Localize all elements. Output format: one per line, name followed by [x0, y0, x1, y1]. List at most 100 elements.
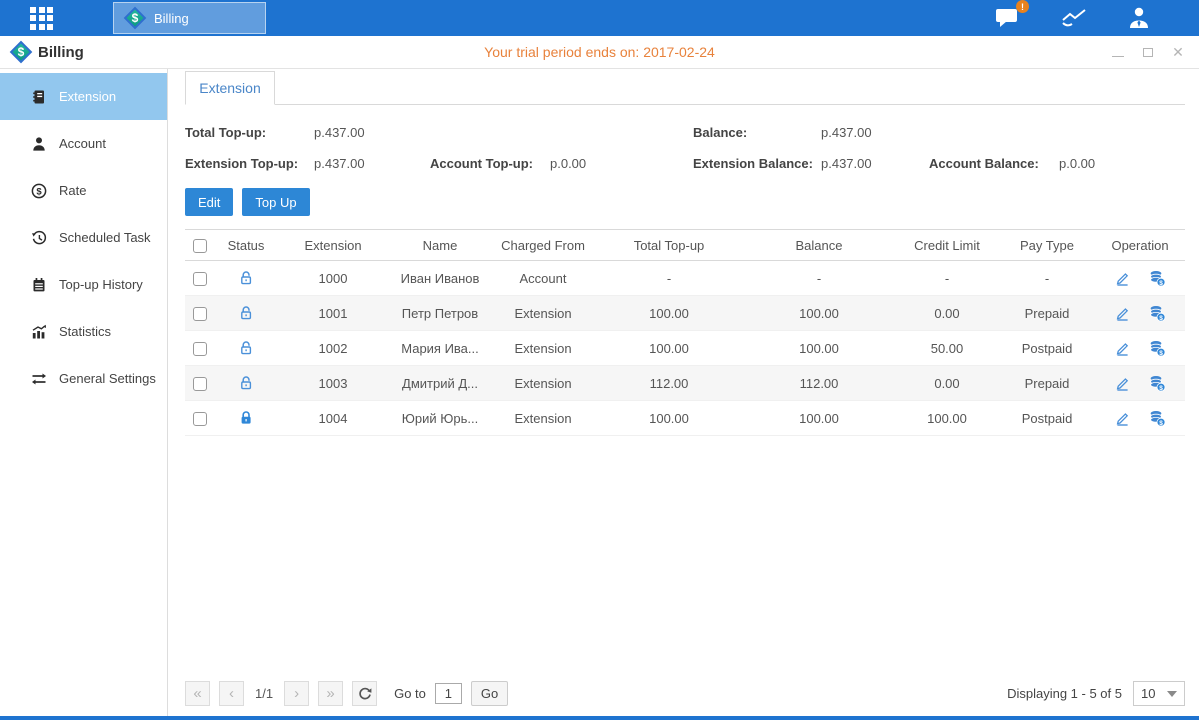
edit-icon[interactable] [1114, 305, 1131, 322]
line-chart-icon[interactable] [1061, 7, 1087, 29]
edit-icon[interactable] [1114, 410, 1131, 427]
cell-total-topup: 112.00 [595, 366, 743, 401]
topup-coins-icon[interactable]: $ [1148, 270, 1166, 287]
sidebar-item-label: Rate [59, 183, 86, 198]
sidebar-item-label: Extension [59, 89, 116, 104]
total-topup-label: Total Top-up: [185, 125, 314, 140]
table-body: 1000Иван ИвановAccount----$1001Петр Петр… [185, 261, 1185, 436]
user-icon[interactable] [1127, 6, 1151, 30]
apps-grid-icon[interactable] [30, 7, 53, 30]
tab-strip: Extension [185, 71, 1185, 105]
cell-pay-type: Prepaid [999, 366, 1095, 401]
page-size-select[interactable]: 10 [1133, 681, 1185, 706]
cell-balance: 100.00 [743, 401, 895, 436]
maximize-icon[interactable] [1141, 45, 1155, 59]
total-topup-value: p.437.00 [314, 125, 365, 140]
account-balance-label: Account Balance: [929, 156, 1059, 171]
sidebar-item-top-up-history[interactable]: Top-up History [0, 261, 167, 308]
sidebar-item-label: Statistics [59, 324, 111, 339]
cell-total-topup: 100.00 [595, 401, 743, 436]
go-button[interactable]: Go [471, 681, 508, 706]
first-page-icon[interactable]: « [185, 681, 210, 706]
sidebar-item-extension[interactable]: Extension [0, 73, 167, 120]
cell-checkbox [185, 366, 215, 401]
header-operation: Operation [1095, 230, 1185, 261]
edit-icon[interactable] [1114, 270, 1131, 287]
header-credit-limit: Credit Limit [895, 230, 999, 261]
sidebar-item-general-settings[interactable]: General Settings [0, 355, 167, 402]
sidebar-item-label: Top-up History [59, 277, 143, 292]
prev-page-icon[interactable]: ‹ [219, 681, 244, 706]
cell-checkbox [185, 296, 215, 331]
cell-charged-from: Extension [491, 401, 595, 436]
topup-coins-icon[interactable]: $ [1148, 375, 1166, 392]
extension-balance-label: Extension Balance: [693, 156, 821, 171]
svg-text:$: $ [1159, 384, 1163, 391]
minimize-icon[interactable] [1111, 45, 1125, 59]
extension-topup-value: p.437.00 [314, 156, 430, 171]
row-checkbox[interactable] [193, 412, 207, 426]
row-checkbox[interactable] [193, 272, 207, 286]
cell-status [215, 331, 277, 366]
cell-extension: 1002 [277, 331, 389, 366]
taskbar-item-label: Billing [154, 11, 189, 26]
last-page-icon[interactable]: » [318, 681, 343, 706]
svg-text:$: $ [36, 186, 42, 197]
cell-operation: $ [1095, 366, 1185, 401]
unlocked-icon [238, 270, 254, 286]
balance-label: Balance: [693, 125, 821, 140]
sidebar-item-rate[interactable]: $ Rate [0, 167, 167, 214]
cell-charged-from: Extension [491, 296, 595, 331]
messages-icon[interactable]: ! [995, 6, 1021, 30]
edit-icon[interactable] [1114, 375, 1131, 392]
chevron-down-icon [1167, 691, 1177, 697]
topup-coins-icon[interactable]: $ [1148, 340, 1166, 357]
cell-balance: 100.00 [743, 296, 895, 331]
row-checkbox[interactable] [193, 377, 207, 391]
extensions-table: StatusExtensionNameCharged FromTotal Top… [185, 229, 1185, 436]
cell-credit-limit: 50.00 [895, 331, 999, 366]
svg-text:$: $ [1159, 279, 1163, 286]
window-title: Billing [38, 44, 84, 61]
topup-coins-icon[interactable]: $ [1148, 305, 1166, 322]
cell-status [215, 261, 277, 296]
desktop-topbar: $ Billing ! [0, 0, 1199, 36]
cell-name: Иван Иванов [389, 261, 491, 296]
pagination-bar: « ‹ 1/1 › » Go to Go Displaying 1 - 5 of… [185, 681, 1185, 706]
goto-page-input[interactable] [435, 683, 462, 704]
tab-extension[interactable]: Extension [185, 71, 275, 105]
cell-charged-from: Extension [491, 331, 595, 366]
main-content: Extension Total Top-up: p.437.00 Extensi… [168, 69, 1199, 716]
sidebar-item-label: Scheduled Task [59, 230, 151, 245]
sidebar-item-scheduled-task[interactable]: Scheduled Task [0, 214, 167, 261]
balance-value: p.437.00 [821, 125, 872, 140]
topup-coins-icon[interactable]: $ [1148, 410, 1166, 427]
close-icon[interactable]: ✕ [1171, 45, 1185, 59]
header-charged-from: Charged From [491, 230, 595, 261]
sidebar-item-account[interactable]: Account [0, 120, 167, 167]
row-checkbox[interactable] [193, 342, 207, 356]
next-page-icon[interactable]: › [284, 681, 309, 706]
summary-panel: Total Top-up: p.437.00 Extension Top-up:… [185, 117, 1185, 179]
table-row: 1000Иван ИвановAccount----$ [185, 261, 1185, 296]
select-all-checkbox[interactable] [193, 239, 207, 253]
edit-button[interactable]: Edit [185, 188, 233, 216]
header-name: Name [389, 230, 491, 261]
cell-extension: 1004 [277, 401, 389, 436]
dollar-circle-icon: $ [30, 183, 47, 199]
row-checkbox[interactable] [193, 307, 207, 321]
edit-icon[interactable] [1114, 340, 1131, 357]
cell-balance: - [743, 261, 895, 296]
displaying-text: Displaying 1 - 5 of 5 [1007, 686, 1122, 701]
cell-pay-type: Postpaid [999, 401, 1095, 436]
refresh-icon[interactable] [352, 681, 377, 706]
cell-operation: $ [1095, 296, 1185, 331]
cell-status [215, 401, 277, 436]
unlocked-icon [238, 305, 254, 321]
sidebar-item-statistics[interactable]: Statistics [0, 308, 167, 355]
taskbar-item-billing[interactable]: $ Billing [113, 2, 266, 34]
cell-operation: $ [1095, 261, 1185, 296]
cell-checkbox [185, 261, 215, 296]
top-up-button[interactable]: Top Up [242, 188, 309, 216]
cell-credit-limit: 100.00 [895, 401, 999, 436]
